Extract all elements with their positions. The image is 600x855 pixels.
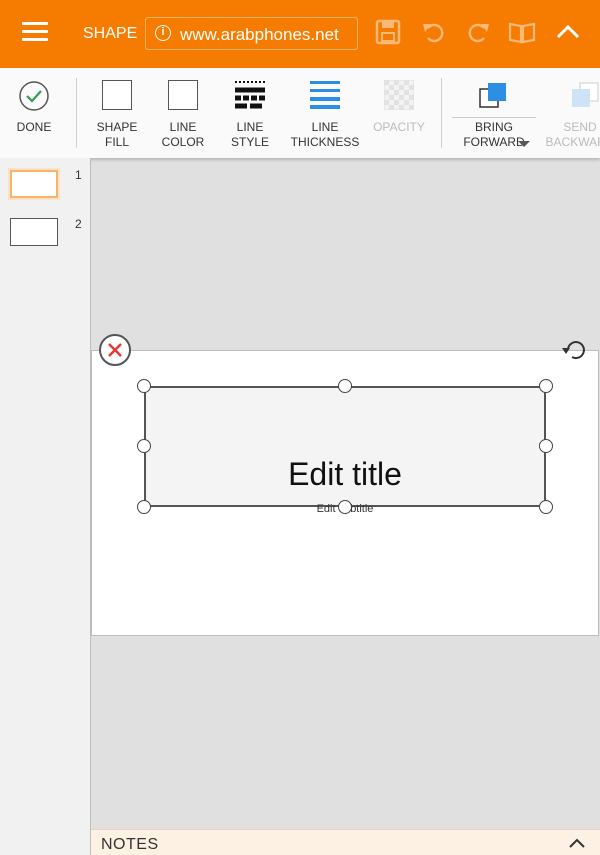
resize-handle-top[interactable]: [338, 379, 352, 393]
resize-handle-left[interactable]: [137, 439, 151, 453]
slide-title[interactable]: Edit title: [144, 456, 546, 493]
chevron-up-icon[interactable]: [554, 18, 582, 46]
resize-handle-bottom-left[interactable]: [137, 500, 151, 514]
chevron-up-icon[interactable]: [568, 836, 586, 850]
rotate-icon[interactable]: [559, 335, 591, 367]
send-backward-label: SEND BACKWARD: [545, 120, 600, 149]
resize-handle-top-right[interactable]: [539, 379, 553, 393]
line-style-label: LINE STYLE: [230, 120, 269, 149]
shape-toolbar: DONE SHAPE FILL LINE COLOR LINE STYLE LI…: [0, 68, 600, 158]
top-app-bar: SHAPE i www.arabphones.net: [0, 0, 600, 68]
slide-thumbnail-2[interactable]: [10, 218, 58, 246]
slide-thumbnails-panel: 1 2: [0, 158, 91, 855]
delete-shape-button[interactable]: [99, 334, 131, 366]
line-color-label: LINE COLOR: [161, 120, 205, 149]
dropdown-arrow-icon: [518, 141, 530, 147]
slide-number: 2: [75, 217, 82, 231]
line-thickness-button[interactable]: LINE THICKNESS: [284, 68, 366, 158]
shape-fill-label: SHAPE FILL: [96, 120, 138, 149]
url-badge[interactable]: i www.arabphones.net: [145, 17, 358, 50]
slide-number: 1: [75, 168, 82, 182]
resize-handle-top-left[interactable]: [137, 379, 151, 393]
book-icon[interactable]: [508, 18, 536, 46]
info-icon: i: [155, 25, 171, 41]
line-color-icon: [168, 80, 198, 110]
line-style-icon: [235, 81, 265, 109]
url-text: www.arabphones.net: [180, 25, 339, 44]
ribbon-divider: [441, 78, 442, 148]
notes-label: NOTES: [101, 836, 159, 853]
menu-icon[interactable]: [22, 22, 48, 42]
undo-icon[interactable]: [420, 18, 448, 46]
line-style-button[interactable]: LINE STYLE: [216, 68, 284, 158]
mode-label: SHAPE: [83, 25, 138, 42]
opacity-button[interactable]: OPACITY: [366, 68, 432, 158]
notes-bar[interactable]: NOTES: [91, 829, 600, 855]
line-color-button[interactable]: LINE COLOR: [150, 68, 216, 158]
close-icon: [108, 343, 122, 357]
line-thickness-label: LINE THICKNESS: [290, 120, 360, 149]
resize-handle-bottom[interactable]: [338, 500, 352, 514]
save-icon[interactable]: [374, 18, 402, 46]
slide-thumbnail-1[interactable]: [8, 168, 60, 200]
done-label: DONE: [16, 120, 52, 134]
shape-fill-button[interactable]: SHAPE FILL: [84, 68, 150, 158]
shape-fill-icon: [102, 80, 132, 110]
ribbon-divider: [76, 78, 77, 148]
done-button[interactable]: DONE: [0, 68, 68, 158]
line-thickness-icon: [310, 81, 340, 109]
opacity-icon: [384, 80, 414, 110]
opacity-label: OPACITY: [373, 120, 425, 134]
check-circle-icon: [19, 81, 49, 111]
resize-handle-bottom-right[interactable]: [539, 500, 553, 514]
resize-handle-right[interactable]: [539, 439, 553, 453]
redo-icon[interactable]: [464, 18, 492, 46]
send-backward-button[interactable]: SEND BACKWARD: [540, 68, 600, 158]
bring-forward-label-button[interactable]: BRING FORWARD: [452, 68, 536, 158]
send-backward-icon: [572, 82, 599, 107]
